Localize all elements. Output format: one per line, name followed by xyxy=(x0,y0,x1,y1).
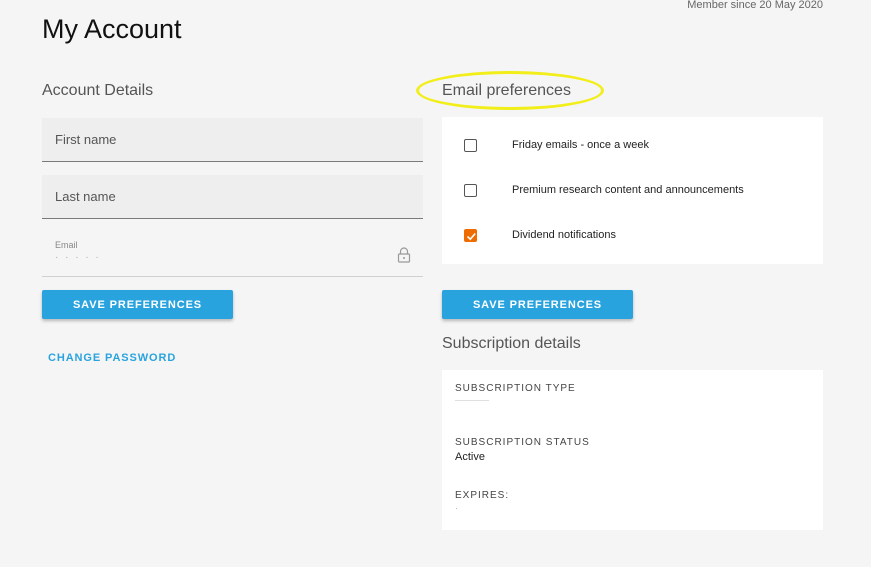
subscription-card: SUBSCRIPTION TYPE SUBSCRIPTION STATUS Ac… xyxy=(442,370,823,530)
email-preferences-card: Friday emails - once a week Premium rese… xyxy=(442,117,823,264)
page-title: My Account xyxy=(42,14,182,44)
account-details-title: Account Details xyxy=(42,82,154,99)
expires-value-redacted: · xyxy=(455,504,458,513)
pref-option-label: Premium research content and announcemen… xyxy=(512,184,744,196)
email-label: Email xyxy=(55,240,78,250)
pref-option-label: Friday emails - once a week xyxy=(512,139,649,151)
expires-label: EXPIRES: xyxy=(455,490,510,501)
email-save-preferences-button[interactable]: SAVE PREFERENCES xyxy=(442,290,633,319)
email-preferences-title: Email preferences xyxy=(442,82,571,99)
pref-option-label: Dividend notifications xyxy=(512,229,616,241)
checkbox-checked[interactable] xyxy=(464,229,477,242)
first-name-placeholder: First name xyxy=(55,132,117,147)
pref-option-friday[interactable]: Friday emails - once a week xyxy=(442,136,823,156)
subscription-type-value-redacted xyxy=(455,400,489,401)
pref-option-premium[interactable]: Premium research content and announcemen… xyxy=(442,181,823,201)
change-password-link[interactable]: CHANGE PASSWORD xyxy=(48,352,176,364)
subscription-type-label: SUBSCRIPTION TYPE xyxy=(455,383,576,394)
last-name-placeholder: Last name xyxy=(55,189,116,204)
subscription-status-value: Active xyxy=(455,451,485,463)
checkmark-icon xyxy=(466,232,476,241)
first-name-field[interactable]: First name xyxy=(42,118,423,162)
member-since-text: Member since 20 May 2020 xyxy=(687,0,823,11)
lock-icon xyxy=(397,247,411,263)
subscription-status-label: SUBSCRIPTION STATUS xyxy=(455,437,590,448)
last-name-field[interactable]: Last name xyxy=(42,175,423,219)
checkbox[interactable] xyxy=(464,139,477,152)
account-page: Member since 20 May 2020 My Account Acco… xyxy=(0,0,871,567)
subscription-details-title: Subscription details xyxy=(442,335,581,352)
email-field: Email · · · · · xyxy=(42,232,423,277)
checkbox[interactable] xyxy=(464,184,477,197)
pref-option-dividend[interactable]: Dividend notifications xyxy=(442,226,823,246)
email-value-redacted: · · · · · xyxy=(55,252,101,263)
account-save-preferences-button[interactable]: SAVE PREFERENCES xyxy=(42,290,233,319)
